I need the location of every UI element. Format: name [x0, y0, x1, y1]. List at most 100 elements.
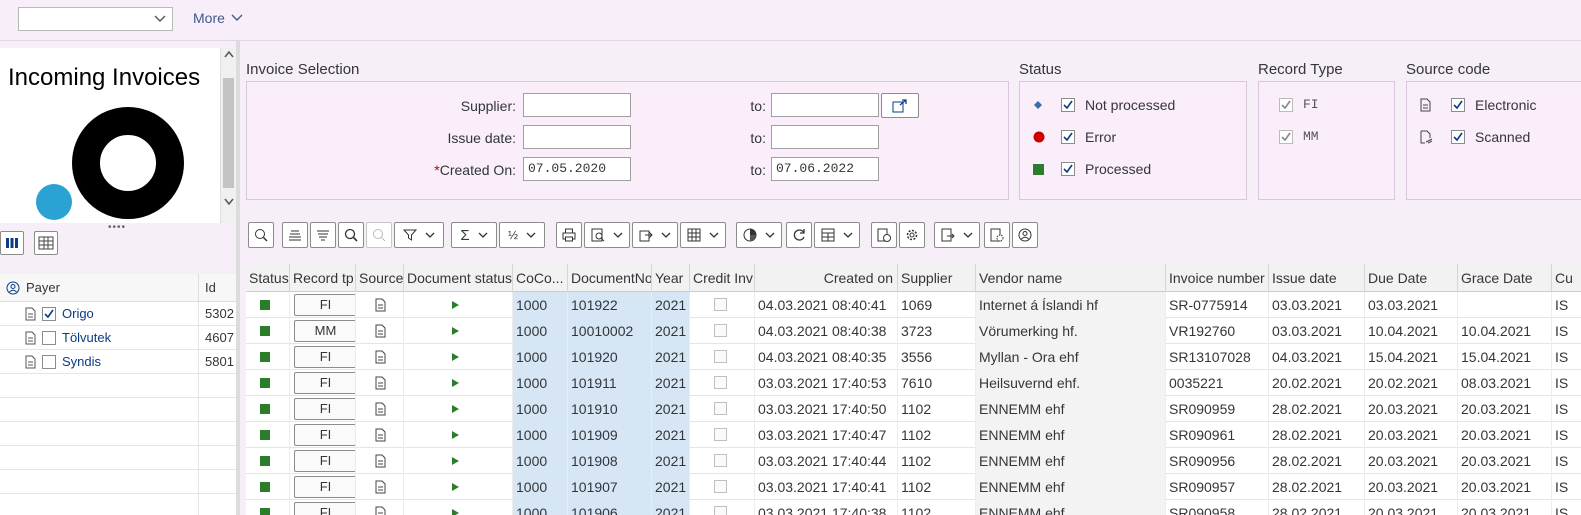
- scanned-checkbox[interactable]: [1451, 130, 1465, 144]
- play-icon[interactable]: [452, 509, 459, 515]
- record-type-button[interactable]: FI: [294, 476, 355, 498]
- find-button[interactable]: [338, 222, 364, 248]
- electronic-document-icon[interactable]: [374, 506, 386, 515]
- subtotal-button[interactable]: ½: [499, 222, 545, 248]
- play-icon[interactable]: [452, 483, 459, 491]
- table-row[interactable]: FI 1000 101909 2021 03.03.2021 17:40:47 1102 E…: [246, 422, 1581, 448]
- column-header-grace-date[interactable]: Grace Date: [1458, 264, 1552, 292]
- play-icon[interactable]: [452, 301, 459, 309]
- column-header-supplier[interactable]: Supplier: [898, 264, 976, 292]
- table-row[interactable]: FI 1000 101906 2021 03.03.2021 17:40:38 1102 E…: [246, 500, 1581, 515]
- payer-row[interactable]: Tölvutek 4607: [0, 326, 236, 350]
- print-button[interactable]: [556, 222, 582, 248]
- supplier-to-input[interactable]: [771, 93, 879, 117]
- refresh-button[interactable]: [786, 222, 812, 248]
- electronic-checkbox[interactable]: [1451, 98, 1465, 112]
- electronic-document-icon[interactable]: [374, 454, 386, 468]
- record-type-button[interactable]: FI: [294, 450, 355, 472]
- scroll-thumb[interactable]: [223, 78, 234, 188]
- record-type-button[interactable]: MM: [294, 320, 355, 342]
- settings-button[interactable]: [899, 222, 925, 248]
- processed-checkbox[interactable]: [1061, 162, 1075, 176]
- play-icon[interactable]: [452, 405, 459, 413]
- multiple-selection-button[interactable]: [881, 93, 919, 118]
- column-header-source[interactable]: Source: [356, 264, 404, 292]
- sort-descending-button[interactable]: [310, 222, 336, 248]
- created-on-from-input[interactable]: 07.05.2020: [523, 157, 631, 181]
- issue-date-to-input[interactable]: [771, 125, 879, 149]
- chevron-down-icon[interactable]: [154, 15, 166, 23]
- table-row[interactable]: FI 1000 101922 2021 04.03.2021 08:40:41 1069 I…: [246, 292, 1581, 318]
- record-type-button[interactable]: FI: [294, 346, 355, 368]
- details-button[interactable]: [248, 222, 274, 248]
- column-header-vendor-name[interactable]: Vendor name: [976, 264, 1166, 292]
- electronic-document-icon[interactable]: [374, 298, 386, 312]
- record-type-button[interactable]: FI: [294, 372, 355, 394]
- credit-invoice-checkbox[interactable]: [714, 350, 727, 363]
- sum-button[interactable]: Σ: [451, 222, 497, 248]
- payer-column-header[interactable]: Payer: [0, 274, 199, 301]
- top-combo-box[interactable]: [18, 7, 173, 31]
- column-header-issue-date[interactable]: Issue date: [1269, 264, 1365, 292]
- record-type-button[interactable]: FI: [294, 398, 355, 420]
- export-button[interactable]: [632, 222, 678, 248]
- column-header-invoice-number[interactable]: Invoice number: [1166, 264, 1269, 292]
- user-button[interactable]: [1012, 222, 1038, 248]
- column-header-company-code[interactable]: CoCo...: [513, 264, 568, 292]
- table-row[interactable]: FI 1000 101907 2021 03.03.2021 17:40:41 1102 E…: [246, 474, 1581, 500]
- document-settings-button[interactable]: [984, 222, 1010, 248]
- scroll-up-icon[interactable]: [224, 51, 234, 58]
- column-header-year[interactable]: Year: [652, 264, 690, 292]
- record-type-button[interactable]: FI: [294, 424, 355, 446]
- play-icon[interactable]: [452, 327, 459, 335]
- electronic-document-icon[interactable]: [374, 428, 386, 442]
- column-header-credit-invoice[interactable]: Credit Inv: [690, 264, 755, 292]
- electronic-document-icon[interactable]: [374, 350, 386, 364]
- credit-invoice-checkbox[interactable]: [714, 480, 727, 493]
- column-header-created-on[interactable]: Created on: [755, 264, 898, 292]
- column-header-status[interactable]: Status: [246, 264, 290, 292]
- table-row[interactable]: FI 1000 101910 2021 03.03.2021 17:40:50 1102 E…: [246, 396, 1581, 422]
- sort-ascending-button[interactable]: [282, 222, 308, 248]
- scroll-down-icon[interactable]: [224, 198, 234, 205]
- play-icon[interactable]: [452, 353, 459, 361]
- chart-button[interactable]: [736, 222, 782, 248]
- electronic-document-icon[interactable]: [374, 376, 386, 390]
- table-settings-button[interactable]: [34, 231, 58, 255]
- payer-row[interactable]: Syndis 5801: [0, 350, 236, 374]
- document-actions-button[interactable]: [934, 222, 980, 248]
- column-header-currency[interactable]: Cu: [1552, 264, 1581, 292]
- table-row[interactable]: FI 1000 101908 2021 03.03.2021 17:40:44 1102 E…: [246, 448, 1581, 474]
- credit-invoice-checkbox[interactable]: [714, 454, 727, 467]
- filter-button[interactable]: [394, 222, 444, 248]
- logo-scrollbar[interactable]: [220, 48, 235, 223]
- vertical-splitter[interactable]: [236, 41, 240, 515]
- views-button[interactable]: [584, 222, 630, 248]
- not-processed-checkbox[interactable]: [1061, 98, 1075, 112]
- column-header-record-type[interactable]: Record tp: [290, 264, 356, 292]
- credit-invoice-checkbox[interactable]: [714, 402, 727, 415]
- fi-checkbox[interactable]: [1279, 97, 1293, 112]
- column-header-due-date[interactable]: Due Date: [1365, 264, 1458, 292]
- created-on-to-input[interactable]: 07.06.2022: [771, 157, 879, 181]
- display-document-button[interactable]: [871, 222, 897, 248]
- payer-checkbox[interactable]: [42, 330, 56, 345]
- mm-checkbox[interactable]: [1279, 129, 1293, 144]
- credit-invoice-checkbox[interactable]: [714, 324, 727, 337]
- electronic-document-icon[interactable]: [374, 402, 386, 416]
- credit-invoice-checkbox[interactable]: [714, 298, 727, 311]
- play-icon[interactable]: [452, 379, 459, 387]
- payer-checkbox[interactable]: [42, 354, 56, 369]
- calculator-button[interactable]: [814, 222, 860, 248]
- column-header-document-no[interactable]: DocumentNo: [568, 264, 652, 292]
- supplier-from-input[interactable]: [523, 93, 631, 117]
- id-column-header[interactable]: Id: [199, 274, 236, 301]
- layout-button[interactable]: [0, 231, 24, 255]
- more-menu-button[interactable]: More: [193, 10, 243, 26]
- issue-date-from-input[interactable]: [523, 125, 631, 149]
- error-checkbox[interactable]: [1061, 130, 1075, 144]
- payer-row[interactable]: Origo 5302: [0, 302, 236, 326]
- record-type-button[interactable]: FI: [294, 502, 355, 515]
- table-row[interactable]: FI 1000 101920 2021 04.03.2021 08:40:35 3556 M…: [246, 344, 1581, 370]
- play-icon[interactable]: [452, 431, 459, 439]
